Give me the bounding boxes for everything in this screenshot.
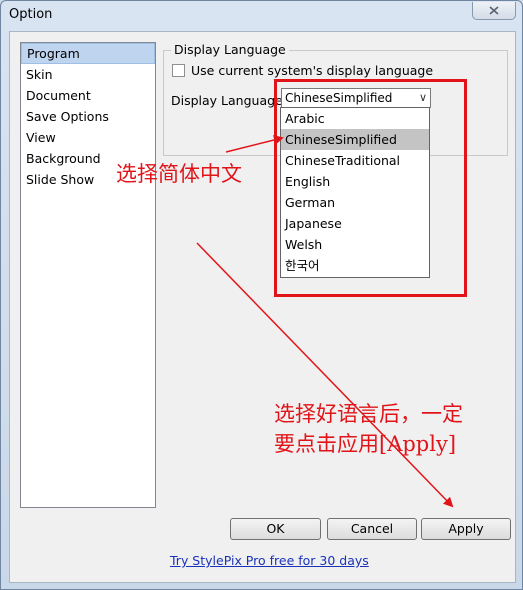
arrow-to-apply-button <box>196 242 454 508</box>
annotation-arrows <box>196 135 454 508</box>
arrow-to-chinese-option <box>225 135 284 153</box>
